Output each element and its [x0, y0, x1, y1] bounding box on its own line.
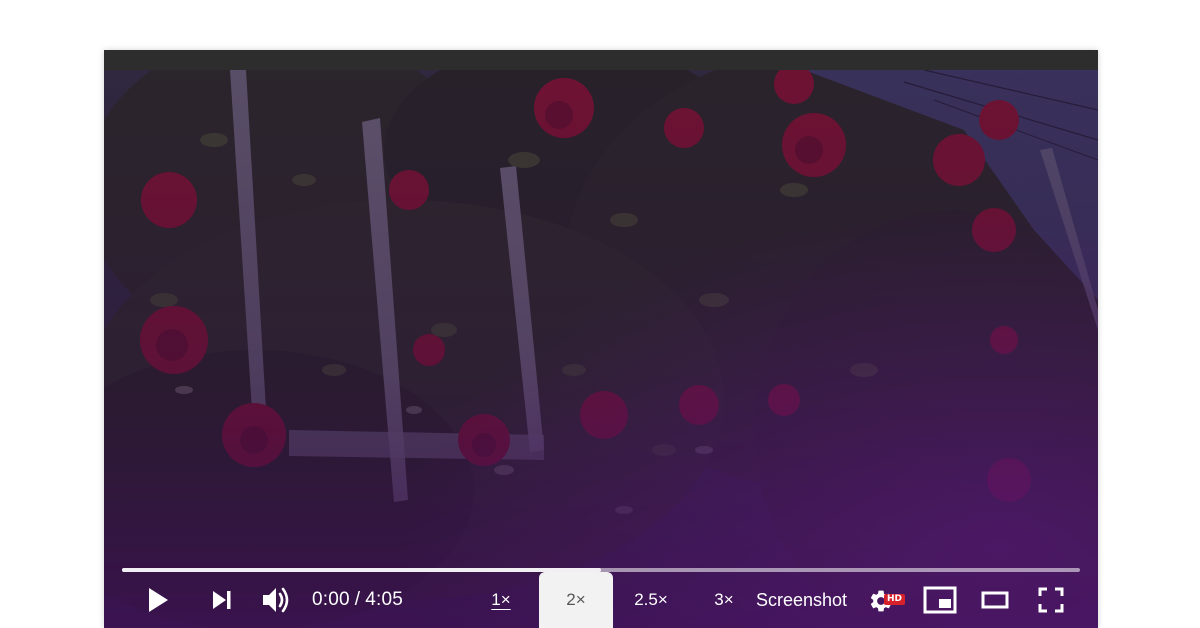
theater-mode-button[interactable] [976, 572, 1014, 628]
duration: 4:05 [365, 589, 404, 610]
speed-option-2x[interactable]: 2× [539, 572, 613, 628]
control-bar: 0:00 / 4:05 1× 2× 2.5× 3× Screenshot HD [104, 572, 1098, 628]
speed-option-1x[interactable]: 1× [482, 572, 520, 628]
current-time: 0:00 [312, 589, 350, 610]
volume-button[interactable] [258, 572, 296, 628]
time-display: 0:00 / 4:05 [312, 572, 403, 628]
speed-option-3x[interactable]: 3× [706, 572, 742, 628]
fullscreen-icon [1038, 587, 1064, 613]
miniplayer-icon [923, 586, 957, 614]
settings-wrapper: HD [868, 584, 906, 616]
settings-button[interactable]: HD [866, 572, 906, 628]
video-player: 0:00 / 4:05 1× 2× 2.5× 3× Screenshot HD [104, 50, 1098, 628]
screenshot-button[interactable]: Screenshot [756, 572, 847, 628]
video-frame[interactable] [104, 70, 1098, 628]
time-separator: / [354, 589, 361, 610]
speed-option-2-5x[interactable]: 2.5× [626, 572, 676, 628]
miniplayer-button[interactable] [920, 572, 960, 628]
theater-mode-icon [981, 591, 1009, 609]
next-button[interactable] [204, 572, 240, 628]
player-top-bar [104, 50, 1098, 70]
video-image [104, 70, 1098, 628]
skip-next-icon [213, 591, 231, 609]
volume-icon [263, 587, 289, 613]
play-button[interactable] [140, 572, 176, 628]
hd-badge: HD [884, 594, 906, 605]
page: 0:00 / 4:05 1× 2× 2.5× 3× Screenshot HD [0, 0, 1200, 628]
fullscreen-button[interactable] [1032, 572, 1070, 628]
play-icon [149, 588, 168, 612]
